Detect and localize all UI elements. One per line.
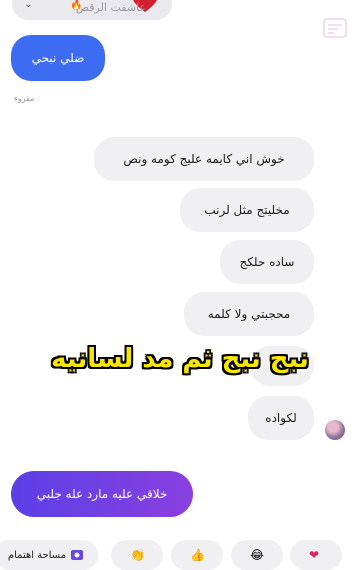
received-message-text: ساده حلكج	[239, 255, 295, 269]
interest-space-chip[interactable]: مساحة اهتمام	[0, 540, 98, 570]
laugh-emoji-icon: 😂	[250, 548, 265, 562]
read-receipt: مقروء	[14, 94, 35, 103]
laugh-reaction-button[interactable]: 😂	[231, 540, 283, 570]
sent-message[interactable]: ضلي نبحي	[11, 35, 105, 81]
received-message[interactable]: محجبتي ولا كلمه	[184, 292, 314, 336]
received-message[interactable]: ساده حلكج	[220, 240, 314, 284]
clap-reaction-button[interactable]: 👏	[111, 540, 163, 570]
received-message-text: مخليتج مثل لرنب	[204, 203, 290, 217]
app-watermark-icon	[323, 18, 347, 38]
chevron-down-icon[interactable]: ⌄	[24, 0, 32, 10]
quick-reaction-row: مساحة اهتمام 👏 👍 😂 ❤	[0, 540, 360, 570]
clap-icon: 👏	[130, 548, 145, 562]
heart-icon: ❤	[309, 548, 320, 562]
received-message[interactable]: خوش اني كايمه عليج كومه ونص	[94, 137, 314, 181]
received-message-text: خوش اني كايمه عليج كومه ونص	[123, 152, 285, 166]
interest-space-icon	[71, 550, 84, 560]
sent-message-text: ضلي نبحي	[31, 51, 85, 65]
top-card-label: عاشقت الرقص	[75, 1, 146, 14]
received-message-text: لكواده	[265, 411, 297, 425]
suggested-reply-text: خلاقي عليه مارد عله جلبي	[36, 487, 168, 501]
suggested-reply-button[interactable]: خلاقي عليه مارد عله جلبي	[11, 471, 193, 517]
received-message[interactable]: لكواده	[248, 396, 314, 440]
thumbs-up-reaction-button[interactable]: 👍	[171, 540, 223, 570]
heart-reaction-button[interactable]: ❤	[290, 540, 342, 570]
received-message[interactable]: مخليتج مثل لرنب	[180, 188, 314, 232]
avatar[interactable]	[325, 420, 345, 440]
thumbs-up-icon: 👍	[190, 548, 205, 562]
video-caption-overlay: نبح نبح ثم مد لسانيه	[51, 344, 309, 374]
top-profile-card[interactable]: ⌄ 🔥 عاشقت الرقص	[12, 0, 172, 20]
received-message-text: محجبتي ولا كلمه	[207, 307, 291, 321]
